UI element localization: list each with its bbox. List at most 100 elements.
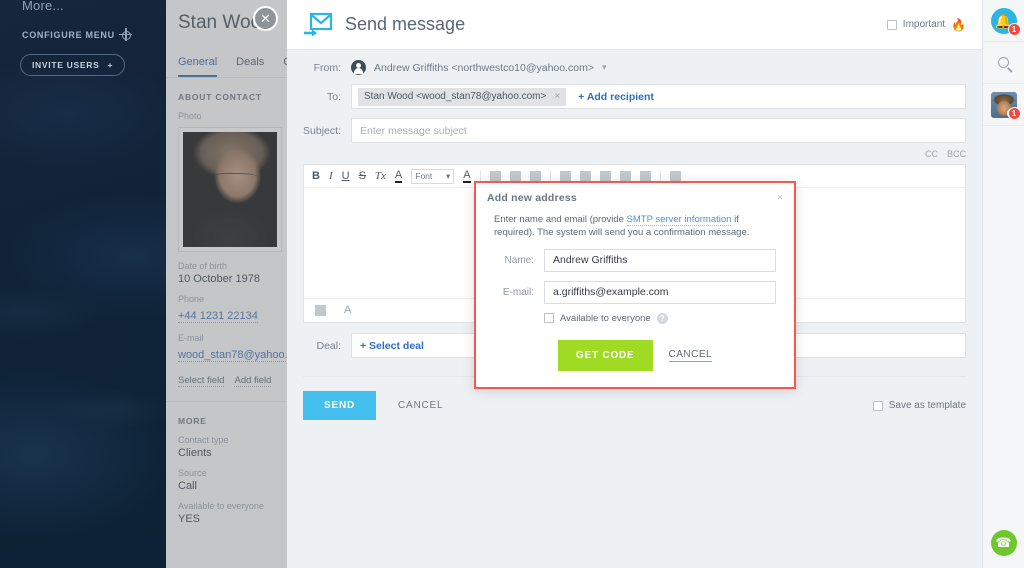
subject-row: Subject: Enter message subject	[303, 118, 966, 143]
bold-button[interactable]: B	[312, 170, 320, 182]
tab-general[interactable]: General	[178, 56, 218, 77]
help-icon[interactable]: ?	[656, 312, 668, 324]
code-icon[interactable]	[639, 170, 651, 182]
add-field-link[interactable]: Add field	[234, 375, 272, 387]
page-title: Send message	[345, 14, 466, 34]
field-label: Contact type	[178, 435, 229, 445]
contact-panel: Stan Wood General Deals C ABOUT CONTACT …	[166, 0, 287, 568]
recipient-chip[interactable]: Stan Wood <wood_stan78@yahoo.com> ×	[358, 87, 567, 106]
important-checkbox[interactable]	[886, 19, 897, 30]
field-phone: Phone +44 1231 22134	[166, 285, 287, 324]
available-to-everyone-toggle[interactable]: Available to everyone ?	[476, 304, 794, 324]
from-selector[interactable]: Andrew Griffiths <northwestco10@yahoo.co…	[351, 60, 607, 75]
background-color-button[interactable]: A	[463, 169, 471, 183]
link-icon[interactable]	[559, 170, 571, 182]
select-deal-button[interactable]: + Select deal	[360, 340, 424, 352]
cancel-button[interactable]: CANCEL	[398, 400, 443, 411]
call-button[interactable]: ☎	[990, 530, 1017, 556]
email-field[interactable]: a.griffiths@example.com	[544, 280, 776, 304]
left-nav-background: More... CONFIGURE MENU INVITE USERS +	[0, 0, 166, 568]
about-contact-title: ABOUT CONTACT	[178, 92, 262, 102]
field-value-email-link[interactable]: wood_stan78@yahoo.com	[178, 349, 287, 362]
smtp-server-information-link[interactable]: SMTP server information	[626, 214, 732, 226]
save-as-template-toggle[interactable]: Save as template	[872, 400, 966, 411]
contact-photo	[178, 127, 282, 252]
signature-button[interactable]: A	[344, 305, 351, 316]
attachment-icon[interactable]	[315, 305, 326, 316]
invite-users-button[interactable]: INVITE USERS +	[20, 54, 126, 76]
notifications-button[interactable]: 🔔 1	[982, 0, 1024, 42]
cc-button[interactable]: CC	[925, 149, 938, 159]
remove-format-button[interactable]: Tx	[375, 170, 386, 182]
field-date-of-birth: Date of birth 10 October 1978	[166, 252, 287, 285]
right-icon-rail: 🔔 1 1 ☎	[982, 0, 1024, 568]
to-label: To:	[326, 90, 341, 103]
send-button[interactable]: SEND	[303, 391, 376, 420]
deal-label: Deal:	[316, 339, 341, 352]
numbered-list-icon[interactable]	[509, 170, 521, 182]
configure-menu-label: CONFIGURE MENU	[22, 30, 115, 40]
underline-button[interactable]: U	[342, 170, 350, 182]
field-value-phone-link[interactable]: +44 1231 22134	[178, 310, 258, 323]
avatar	[351, 60, 366, 75]
select-field-link[interactable]: Select field	[178, 375, 225, 387]
get-code-button[interactable]: GET CODE	[557, 339, 653, 371]
dialog-actions: GET CODE CANCEL	[476, 339, 794, 371]
add-recipient-button[interactable]: + Add recipient	[578, 91, 654, 103]
dialog-header: Add new address ×	[476, 183, 794, 204]
field-value: Clients	[178, 447, 212, 459]
table-icon[interactable]	[599, 170, 611, 182]
field-available-to-everyone: Available to everyone YES	[166, 492, 287, 525]
align-icon[interactable]	[529, 170, 541, 182]
gear-icon	[119, 28, 133, 41]
flame-icon: 🔥	[951, 17, 966, 32]
save-as-template-label: Save as template	[888, 400, 966, 411]
cc-bcc-row: CC BCC	[303, 149, 966, 159]
field-email: E-mail wood_stan78@yahoo.com	[166, 324, 287, 363]
save-as-template-checkbox[interactable]	[872, 400, 883, 411]
image-icon[interactable]	[579, 170, 591, 182]
font-select[interactable]: Font ▾	[411, 168, 455, 184]
send-message-envelope-icon	[303, 12, 333, 38]
bullet-list-icon[interactable]	[489, 170, 501, 182]
contact-photo-image	[183, 132, 277, 247]
dialog-description-part1: Enter name and email (provide	[494, 214, 627, 225]
user-avatar-button[interactable]: 1	[982, 84, 1024, 126]
subject-input[interactable]: Enter message subject	[351, 118, 966, 143]
strikethrough-button[interactable]: S	[359, 170, 366, 182]
quote-icon[interactable]	[619, 170, 631, 182]
email-row: E-mail: a.griffiths@example.com	[476, 272, 794, 304]
nav-more-label[interactable]: More...	[22, 0, 64, 13]
to-input[interactable]: Stan Wood <wood_stan78@yahoo.com> × + Ad…	[351, 84, 966, 109]
field-label: Phone	[178, 294, 205, 304]
important-toggle[interactable]: Important 🔥	[886, 17, 966, 32]
font-select-label: Font	[415, 171, 433, 181]
name-field[interactable]: Andrew Griffiths	[544, 248, 776, 272]
subject-label: Subject:	[303, 124, 341, 137]
photo-field: Photo	[166, 102, 287, 121]
to-row: To: Stan Wood <wood_stan78@yahoo.com> × …	[303, 84, 966, 109]
field-value: Call	[178, 480, 197, 492]
available-to-everyone-checkbox[interactable]	[544, 313, 554, 324]
bcc-button[interactable]: BCC	[947, 149, 966, 159]
close-contact-button[interactable]: ✕	[253, 6, 278, 31]
more-section-title: MORE	[178, 416, 207, 426]
tab-deals[interactable]: Deals	[236, 56, 264, 75]
merge-field-icon[interactable]	[669, 170, 681, 182]
chevron-down-icon: ▾	[445, 170, 451, 181]
field-label: Source	[178, 468, 207, 478]
add-new-address-dialog: Add new address × Enter name and email (…	[474, 181, 796, 389]
search-button[interactable]	[982, 42, 1024, 84]
close-icon[interactable]: ×	[554, 91, 560, 102]
invite-users-label: INVITE USERS	[32, 60, 100, 70]
from-row: From: Andrew Griffiths <northwestco10@ya…	[303, 60, 966, 75]
dialog-cancel-button[interactable]: CANCEL	[668, 349, 713, 362]
italic-button[interactable]: I	[329, 170, 333, 182]
field-value: 10 October 1978	[178, 273, 260, 285]
field-actions: Select field Add field	[166, 363, 287, 387]
search-icon	[998, 57, 1009, 68]
field-label: Available to everyone	[178, 501, 264, 511]
text-color-button[interactable]: A	[394, 169, 403, 183]
configure-menu-button[interactable]: CONFIGURE MENU	[22, 28, 133, 41]
close-icon[interactable]: ×	[777, 192, 783, 204]
